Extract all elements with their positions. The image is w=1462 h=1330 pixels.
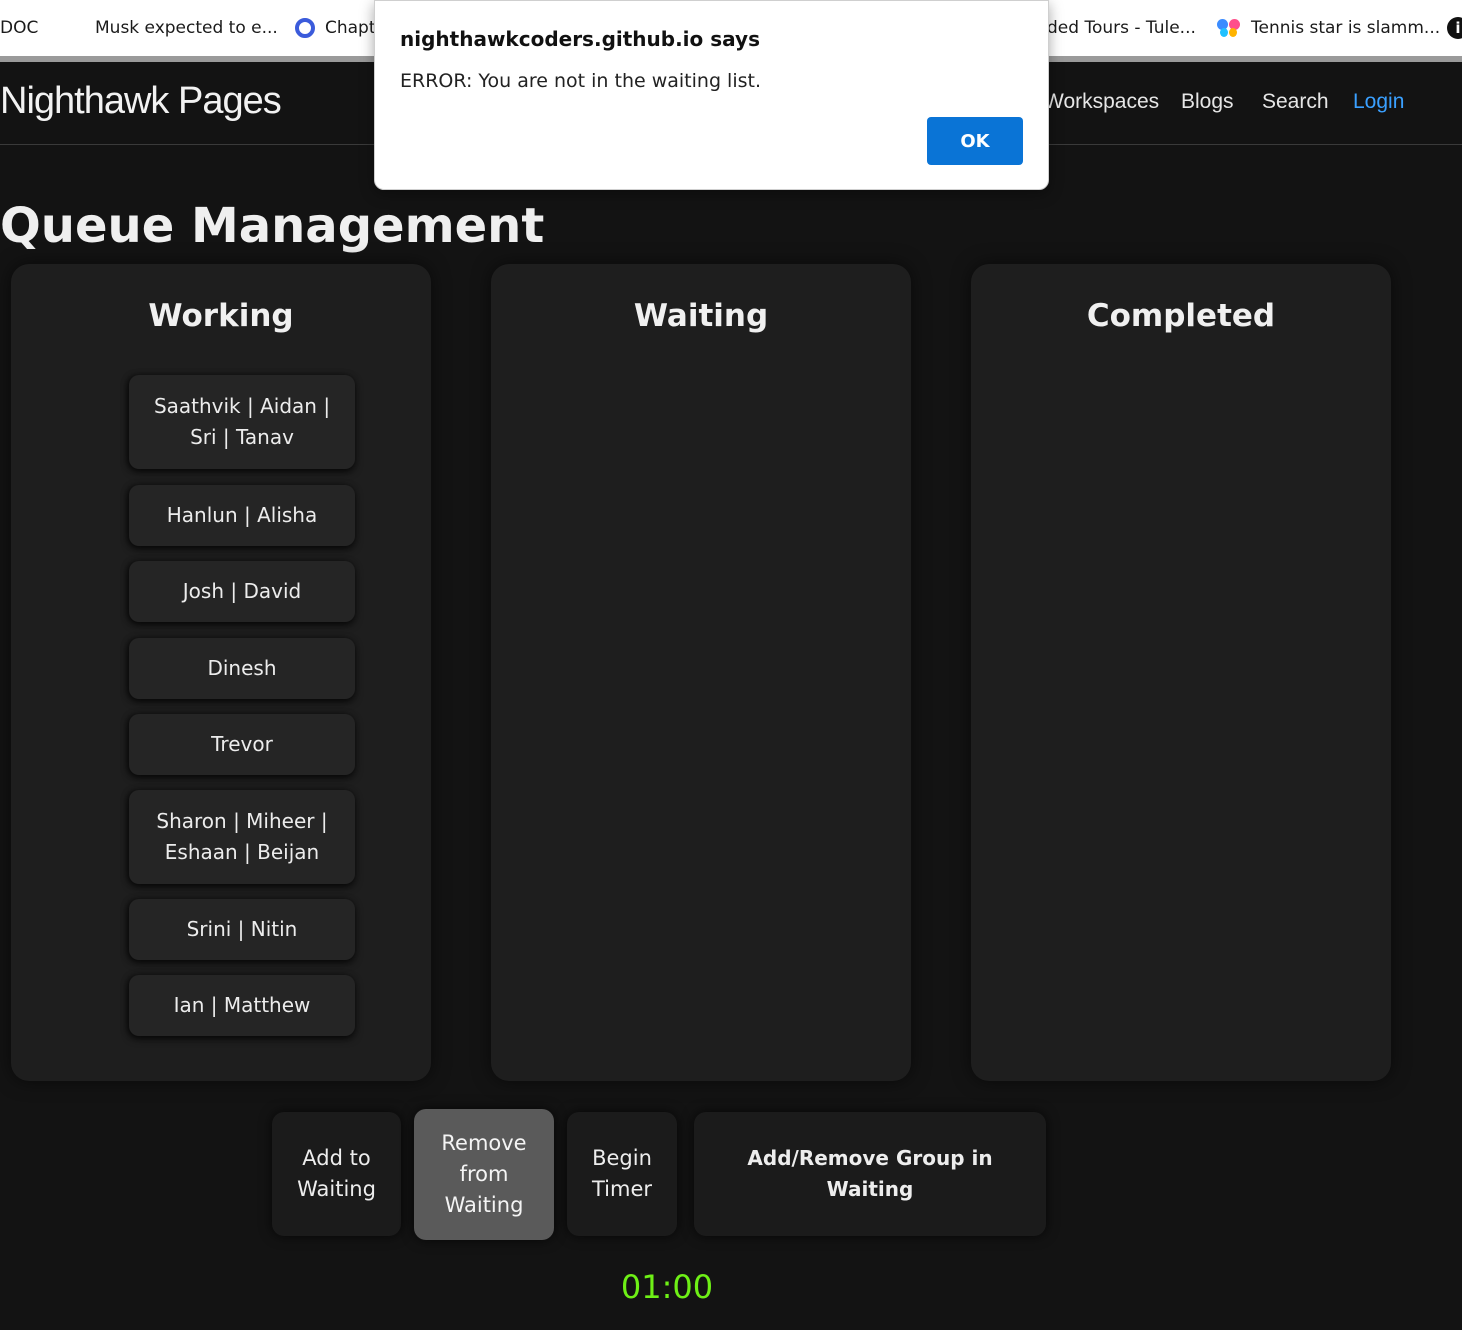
bookmark-label: Musk expected to e... [95,18,278,38]
q-icon [295,18,315,38]
bookmark-chapt[interactable]: Chapt [295,0,376,56]
group-card[interactable]: Dinesh [129,638,355,699]
alert-title: nighthawkcoders.github.io says [400,27,760,51]
alert-ok-button[interactable]: OK [927,117,1023,165]
bookmark-doc[interactable]: DOC [0,0,38,56]
working-column: Working Saathvik | Aidan | Sri | Tanav H… [11,264,431,1081]
alert-dialog: nighthawkcoders.github.io says ERROR: Yo… [374,0,1049,190]
timer-display: 01:00 [620,1268,714,1306]
alert-message: ERROR: You are not in the waiting list. [400,70,761,92]
completed-column: Completed [971,264,1391,1081]
nav-blogs[interactable]: Blogs [1181,90,1234,114]
butterfly-icon [1217,17,1241,39]
nav-search[interactable]: Search [1262,90,1329,114]
group-card[interactable]: Trevor [129,714,355,775]
brand-logo[interactable]: Nighthawk Pages [0,80,282,123]
bookmark-label: Tennis star is slamm... [1251,18,1441,38]
bookmark-label: ded Tours - Tule... [1047,18,1196,38]
bookmark-tennis[interactable]: Tennis star is slamm... [1217,0,1440,56]
add-remove-group-button[interactable]: Add/Remove Group in Waiting [694,1112,1046,1236]
group-card[interactable]: Hanlun | Alisha [129,485,355,546]
group-card[interactable]: Sharon | Miheer | Eshaan | Beijan [129,790,355,884]
working-column-title: Working [148,298,294,334]
nav-login[interactable]: Login [1353,90,1404,114]
microsoft-icon [63,17,85,39]
begin-timer-button[interactable]: Begin Timer [567,1112,677,1236]
bookmark-info[interactable]: i [1447,0,1462,56]
group-card[interactable]: Josh | David [129,561,355,622]
group-card[interactable]: Ian | Matthew [129,975,355,1036]
group-card[interactable]: Saathvik | Aidan | Sri | Tanav [129,375,355,469]
remove-from-waiting-button[interactable]: Remove from Waiting [414,1109,554,1240]
waiting-column-title: Waiting [633,298,769,334]
info-icon: i [1447,17,1462,39]
completed-column-title: Completed [1086,298,1276,334]
bookmark-label: Chapt [325,18,376,38]
bookmark-musk[interactable]: Musk expected to e... [63,0,278,56]
bookmark-tours[interactable]: ded Tours - Tule... [1047,0,1196,56]
waiting-column: Waiting [491,264,911,1081]
add-to-waiting-button[interactable]: Add to Waiting [272,1112,401,1236]
page-title: Queue Management [0,198,545,254]
bookmark-label: DOC [0,18,39,38]
group-card[interactable]: Srini | Nitin [129,899,355,960]
nav-workspaces[interactable]: Workspaces [1044,90,1159,114]
